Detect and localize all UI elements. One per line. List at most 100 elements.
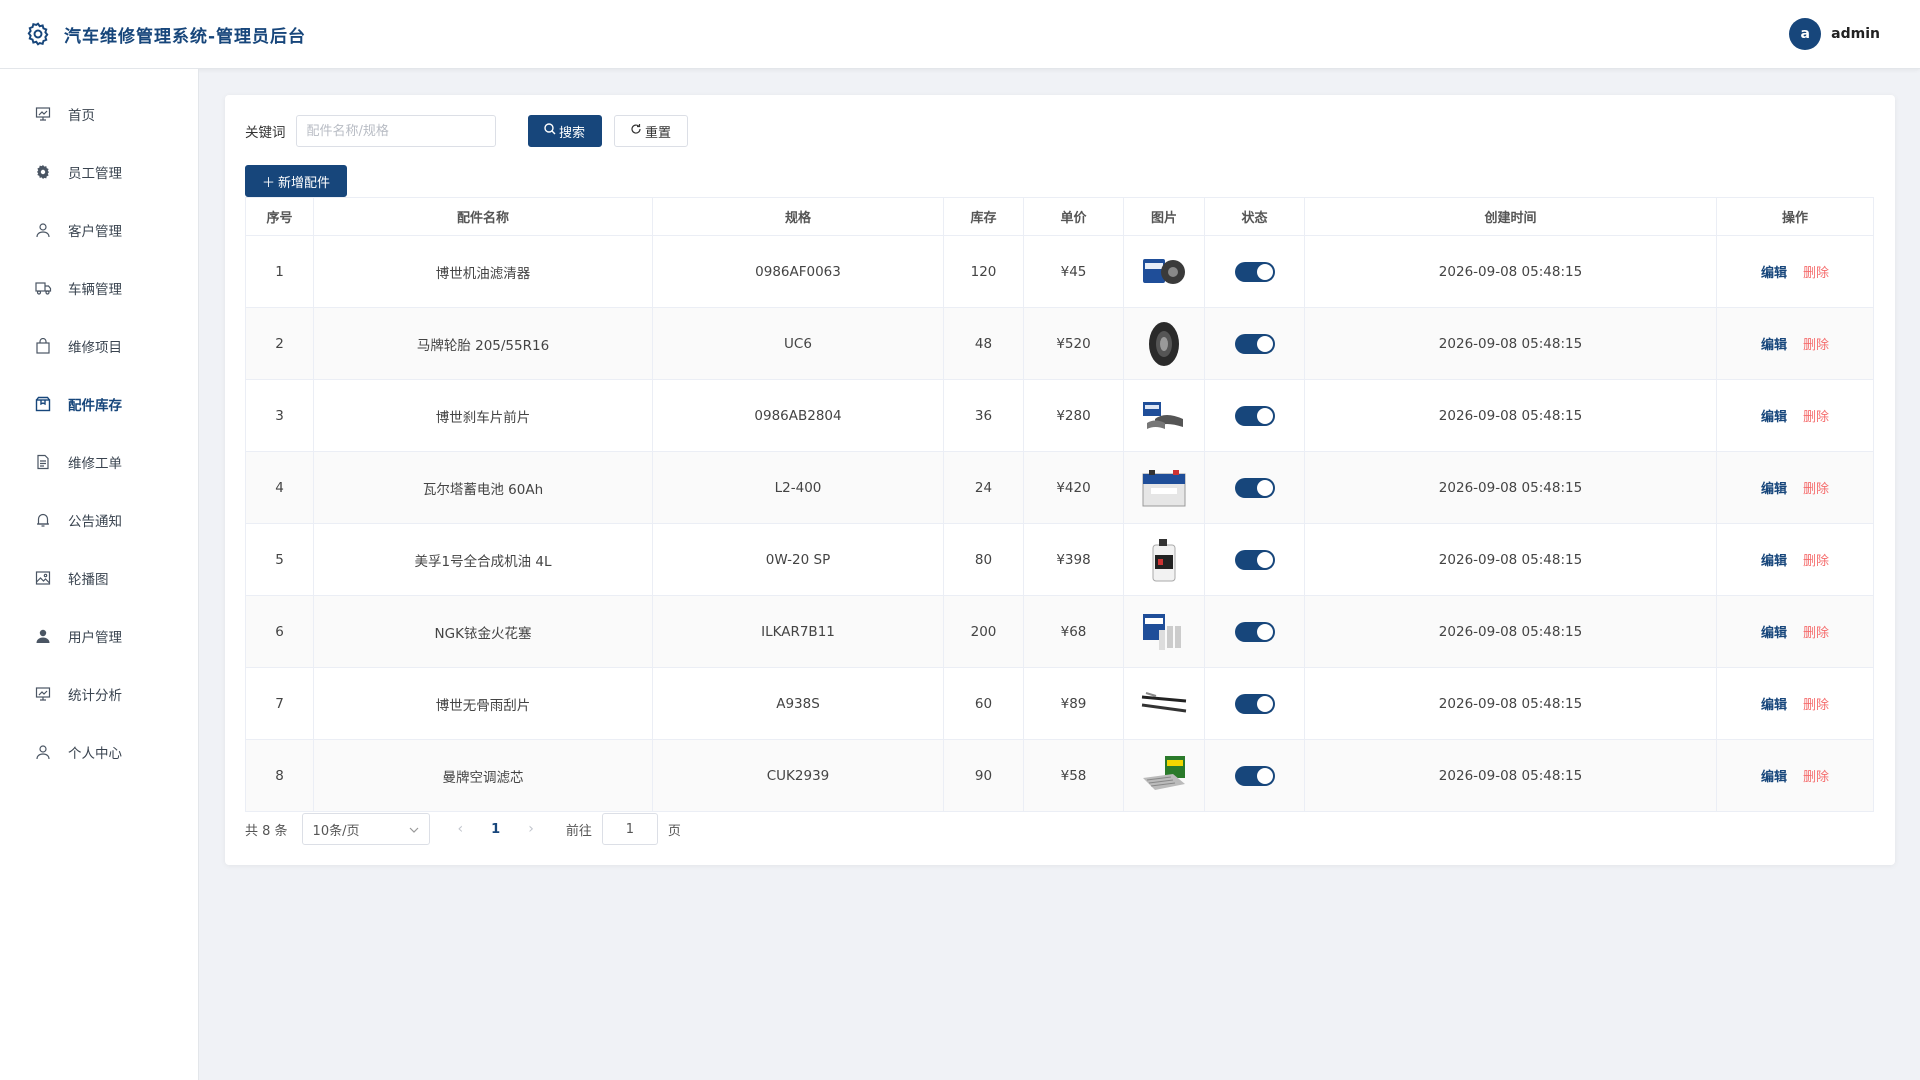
sidebar-item-work-orders[interactable]: 维修工单 [0, 433, 198, 491]
cell-name: 马牌轮胎 205/55R16 [313, 307, 653, 380]
part-image[interactable] [1140, 248, 1188, 296]
current-page[interactable]: 1 [491, 822, 500, 837]
parts-table: 序号 配件名称 规格 库存 单价 图片 状态 创建时间 操作 1 博世机油滤清器 0… [245, 197, 1874, 812]
sidebar-item-home[interactable]: 首页 [0, 85, 198, 143]
delete-button[interactable]: 删除 [1803, 410, 1829, 425]
cell-created: 2026-09-08 05:48:15 [1304, 235, 1717, 308]
edit-button[interactable]: 编辑 [1761, 698, 1787, 713]
edit-button[interactable]: 编辑 [1761, 482, 1787, 497]
part-image[interactable] [1140, 320, 1188, 368]
table-row: 4 瓦尔塔蓄电池 60Ah L2-400 24 ¥420 2026-09-08 05:48… [245, 451, 1874, 524]
sidebar-item-notices[interactable]: 公告通知 [0, 491, 198, 549]
edit-button[interactable]: 编辑 [1761, 626, 1787, 641]
part-image[interactable] [1140, 608, 1188, 656]
cell-actions: 编辑 删除 [1716, 595, 1874, 668]
col-header-image: 图片 [1123, 197, 1205, 236]
part-image[interactable] [1140, 680, 1188, 728]
cell-no: 3 [245, 379, 314, 452]
cell-image [1123, 307, 1205, 380]
cell-actions: 编辑 删除 [1716, 307, 1874, 380]
status-switch[interactable] [1234, 765, 1275, 786]
table-row: 7 博世无骨雨刮片 A938S 60 ¥89 2026-09-08 05:48:15 编辑 删… [245, 667, 1874, 740]
edit-button[interactable]: 编辑 [1761, 266, 1787, 281]
sidebar-item-customers[interactable]: 客户管理 [0, 201, 198, 259]
status-switch[interactable] [1234, 693, 1275, 714]
sidebar-item-staff[interactable]: 员工管理 [0, 143, 198, 201]
sidebar-item-profile[interactable]: 个人中心 [0, 723, 198, 781]
delete-button[interactable]: 删除 [1803, 266, 1829, 281]
avatar[interactable]: a [1789, 18, 1822, 50]
edit-button[interactable]: 编辑 [1761, 770, 1787, 785]
cell-spec: 0986AB2804 [652, 379, 944, 452]
status-switch[interactable] [1234, 477, 1275, 498]
next-page-button[interactable]: › [528, 821, 534, 837]
cell-created: 2026-09-08 05:48:15 [1304, 595, 1717, 668]
cell-actions: 编辑 删除 [1716, 739, 1874, 812]
cell-spec: L2-400 [652, 451, 944, 524]
cell-status [1204, 739, 1305, 812]
truck-icon [34, 279, 52, 297]
prev-page-button[interactable]: ‹ [458, 821, 464, 837]
edit-button[interactable]: 编辑 [1761, 554, 1787, 569]
keyword-label: 关键词 [245, 125, 286, 141]
user-menu[interactable]: a admin [1789, 18, 1880, 50]
username[interactable]: admin [1831, 26, 1880, 42]
refresh-icon [630, 123, 642, 139]
cell-created: 2026-09-08 05:48:15 [1304, 307, 1717, 380]
user-icon [34, 743, 52, 761]
delete-button[interactable]: 删除 [1803, 554, 1829, 569]
cell-name: NGK铱金火花塞 [313, 595, 653, 668]
cell-actions: 编辑 删除 [1716, 451, 1874, 524]
edit-button[interactable]: 编辑 [1761, 338, 1787, 353]
cell-price: ¥89 [1023, 667, 1124, 740]
add-part-button[interactable]: ＋ 新增配件 [245, 165, 347, 197]
edit-button[interactable]: 编辑 [1761, 410, 1787, 425]
cell-spec: 0W-20 SP [652, 523, 944, 596]
chart-icon [34, 685, 52, 703]
table-row: 1 博世机油滤清器 0986AF0063 120 ¥45 2026-09-08 05:48… [245, 235, 1874, 308]
delete-button[interactable]: 删除 [1803, 482, 1829, 497]
reset-button[interactable]: 重置 [613, 115, 688, 147]
cell-spec: ILKAR7B11 [652, 595, 944, 668]
status-switch[interactable] [1234, 261, 1275, 282]
keyword-input[interactable] [295, 115, 496, 147]
status-switch[interactable] [1234, 333, 1275, 354]
cell-created: 2026-09-08 05:48:15 [1304, 379, 1717, 452]
cell-stock: 80 [943, 523, 1024, 596]
cell-actions: 编辑 删除 [1716, 523, 1874, 596]
sidebar-item-repair-items[interactable]: 维修项目 [0, 317, 198, 375]
cell-price: ¥398 [1023, 523, 1124, 596]
delete-button[interactable]: 删除 [1803, 770, 1829, 785]
cell-image [1123, 739, 1205, 812]
sidebar-item-vehicles[interactable]: 车辆管理 [0, 259, 198, 317]
col-header-stock: 库存 [943, 197, 1024, 236]
sidebar-item-users[interactable]: 用户管理 [0, 607, 198, 665]
sidebar-item-statistics[interactable]: 统计分析 [0, 665, 198, 723]
sidebar-item-carousel[interactable]: 轮播图 [0, 549, 198, 607]
col-header-price: 单价 [1023, 197, 1124, 236]
page-size-select[interactable]: 10条/页 [301, 813, 430, 845]
dashboard-icon [34, 105, 52, 123]
table-row: 5 美孚1号全合成机油 4L 0W-20 SP 80 ¥398 2026-09-08 05… [245, 523, 1874, 596]
status-switch[interactable] [1234, 621, 1275, 642]
part-image[interactable] [1140, 752, 1188, 800]
status-switch[interactable] [1234, 549, 1275, 570]
cell-status [1204, 379, 1305, 452]
cell-created: 2026-09-08 05:48:15 [1304, 523, 1717, 596]
cell-created: 2026-09-08 05:48:15 [1304, 739, 1717, 812]
delete-button[interactable]: 删除 [1803, 698, 1829, 713]
user-filled-icon [34, 627, 52, 645]
col-header-actions: 操作 [1716, 197, 1874, 236]
sidebar-item-parts-inventory[interactable]: 配件库存 [0, 375, 198, 433]
part-image[interactable] [1140, 536, 1188, 584]
cell-image [1123, 451, 1205, 524]
table-row: 8 曼牌空调滤芯 CUK2939 90 ¥58 2026-09-08 05:48:15 编辑… [245, 739, 1874, 812]
status-switch[interactable] [1234, 405, 1275, 426]
cell-no: 1 [245, 235, 314, 308]
search-button[interactable]: 搜索 [527, 115, 602, 147]
part-image[interactable] [1140, 464, 1188, 512]
delete-button[interactable]: 删除 [1803, 626, 1829, 641]
goto-page-input[interactable]: 1 [601, 813, 658, 845]
delete-button[interactable]: 删除 [1803, 338, 1829, 353]
part-image[interactable] [1140, 392, 1188, 440]
